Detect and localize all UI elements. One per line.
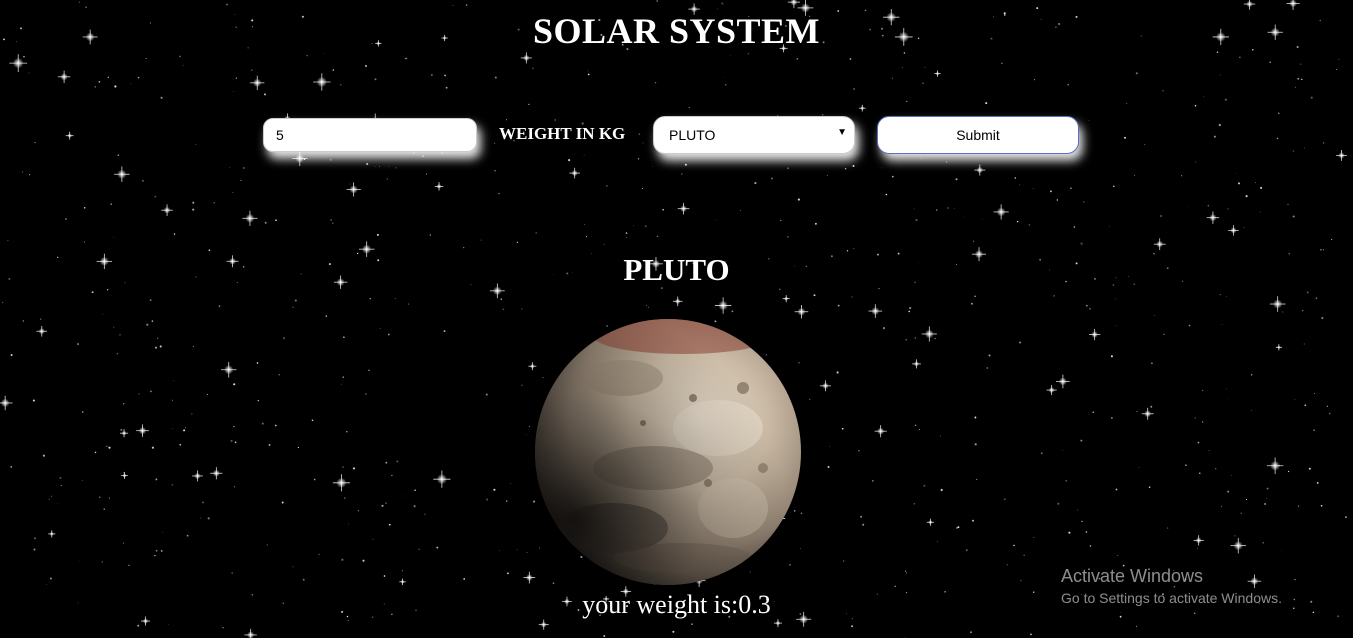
weight-input[interactable] (263, 118, 477, 152)
weight-label: WEIGHT IN KG (499, 124, 626, 143)
windows-activation-watermark: Activate Windows Go to Settings to activ… (1061, 566, 1282, 606)
watermark-subtitle: Go to Settings to activate Windows. (1061, 590, 1282, 606)
planet-select-value: PLUTO (669, 127, 716, 143)
planet-select[interactable]: PLUTO ▼ (653, 116, 855, 154)
planet-name: PLUTO (623, 252, 730, 287)
watermark-title: Activate Windows (1061, 566, 1204, 586)
chevron-down-icon: ▼ (837, 127, 847, 138)
submit-button[interactable]: Submit (877, 116, 1079, 154)
page-title: SOLAR SYSTEM (532, 11, 821, 51)
planet-image (535, 319, 801, 585)
